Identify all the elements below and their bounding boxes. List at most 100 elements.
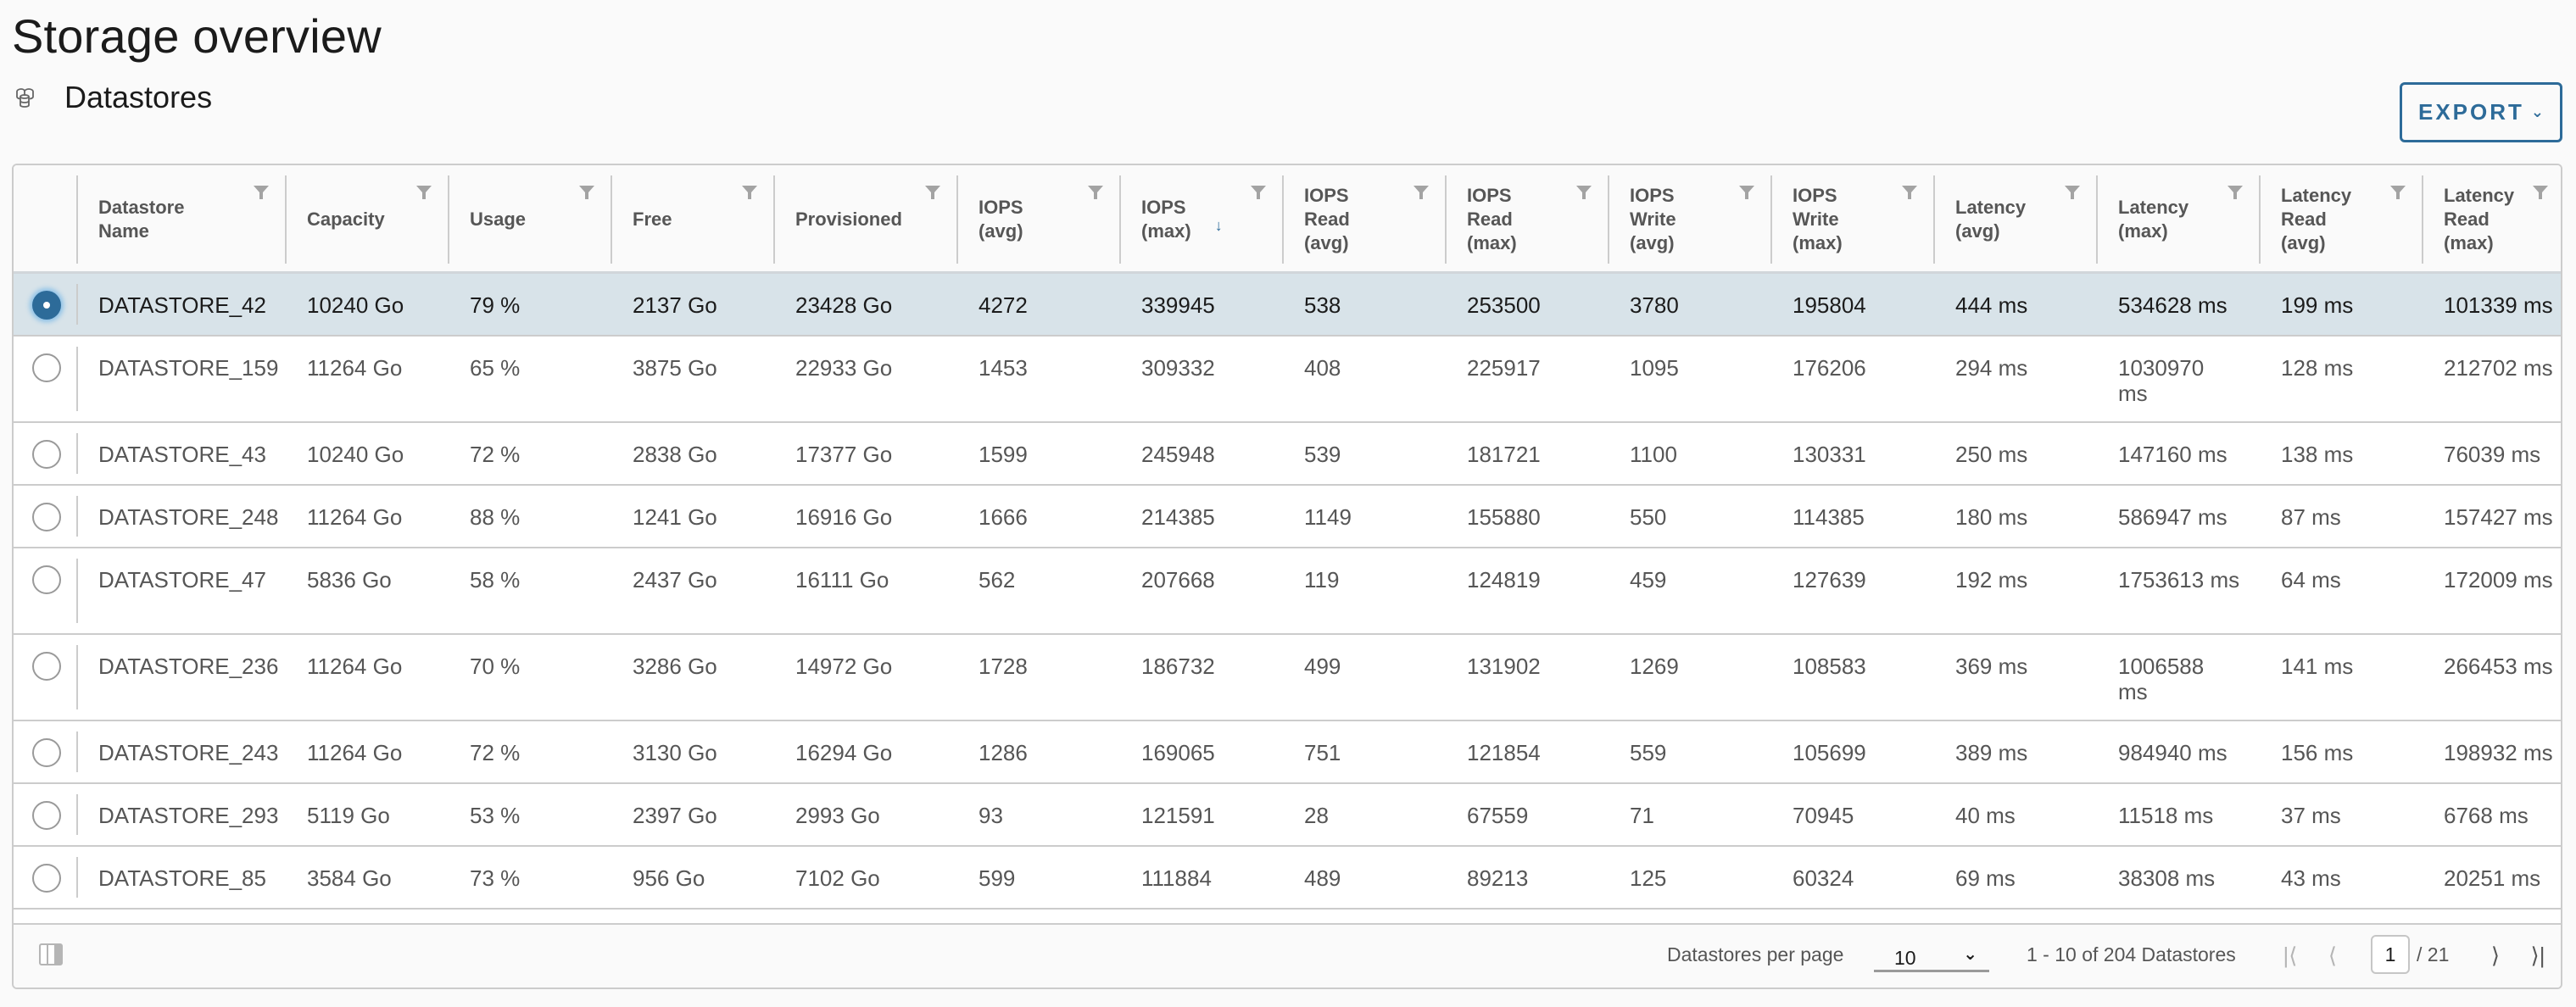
table-row[interactable]: DATASTORE_159 11264 Go 65 % 3875 Go 22933 Go… [14,337,2561,423]
column-header-capacity[interactable]: Capacity [285,175,448,264]
cell-latency-read-avg: 141 ms [2281,654,2354,679]
cell-usage: 70 % [470,654,521,679]
cell-latency-max: 38308 ms [2118,865,2216,891]
row-divider [76,794,78,835]
column-header-iops-write-max[interactable]: IOPS Write (max) [1770,175,1933,264]
column-header-name[interactable]: Datastore Name [76,175,285,264]
column-header-label: Latency (avg) [1955,197,2027,242]
row-select-radio[interactable] [32,353,61,382]
table-row[interactable]: DATASTORE_243 11264 Go 72 % 3130 Go 16294 Go… [14,721,2561,784]
table-row[interactable]: DATASTORE_248 11264 Go 88 % 1241 Go 16916 Go… [14,486,2561,548]
column-header-latency-read-avg[interactable]: Latency Read (avg) [2259,175,2422,264]
cell-latency-read-avg: 87 ms [2281,504,2341,530]
cell-iops-write-max: 130331 [1793,442,1866,467]
filter-icon[interactable] [2227,184,2244,201]
filter-icon[interactable] [1901,184,1918,201]
column-header-label: IOPS Write (avg) [1630,185,1676,253]
column-header-latency-read-max[interactable]: Latency Read (max) [2422,175,2561,264]
cell-latency-max: 586947 ms [2118,504,2228,530]
filter-icon[interactable] [253,184,270,201]
cell-iops-max: 121591 [1141,803,1215,828]
cell-iops-avg: 1453 [979,355,1028,381]
row-select-radio[interactable] [32,738,61,767]
sort-descending-icon[interactable]: ↓ [1215,217,1223,235]
cell-name: DATASTORE_42 [98,292,266,318]
cell-iops-read-max: 225917 [1467,355,1541,381]
column-header-iops-avg[interactable]: IOPS (avg) [956,175,1119,264]
cell-iops-read-avg: 539 [1304,442,1341,467]
cell-iops-max: 169065 [1141,740,1215,765]
table-row[interactable]: DATASTORE_43 10240 Go 72 % 2838 Go 17377 Go 1… [14,423,2561,486]
cell-latency-read-avg: 43 ms [2281,865,2341,891]
cell-iops-avg: 1286 [979,740,1028,765]
cell-provisioned: 23428 Go [795,292,893,318]
column-header-latency-avg[interactable]: Latency (avg) [1933,175,2096,264]
cell-capacity: 11264 Go [307,355,403,381]
filter-icon[interactable] [741,184,758,201]
pagination-range-text: 1 - 10 of 204 Datastores [2027,943,2236,965]
cell-iops-read-max: 253500 [1467,292,1541,318]
filter-icon[interactable] [2389,184,2406,201]
current-page-input[interactable]: 1 [2371,935,2410,974]
row-divider [76,559,78,623]
cell-provisioned: 16916 Go [795,504,893,530]
column-header-usage[interactable]: Usage [448,175,611,264]
filter-icon[interactable] [1250,184,1267,201]
filter-icon[interactable] [415,184,432,201]
filter-icon[interactable] [1738,184,1755,201]
filter-icon[interactable] [1575,184,1592,201]
cell-provisioned: 17377 Go [795,442,893,467]
cell-latency-read-avg: 37 ms [2281,803,2341,828]
column-header-iops-max[interactable]: IOPS (max) ↓ [1119,175,1282,264]
table-row[interactable]: DATASTORE_85 3584 Go 73 % 956 Go 7102 Go 599 1… [14,847,2561,910]
row-select-radio[interactable] [32,565,61,594]
per-page-select[interactable]: 10 ⌄ [1874,937,1989,972]
filter-icon[interactable] [2532,184,2549,201]
cell-iops-read-max: 89213 [1467,865,1529,891]
row-select-radio[interactable] [32,291,61,320]
cell-iops-read-avg: 751 [1304,740,1341,765]
table-row[interactable]: DATASTORE_236 11264 Go 70 % 3286 Go 14972 Go… [14,635,2561,721]
table-row[interactable]: DATASTORE_42 10240 Go 79 % 2137 Go 23428 Go 4… [14,274,2561,337]
export-button-label: EXPORT [2417,99,2524,125]
first-page-icon[interactable]: |⟨ [2278,938,2303,972]
cell-usage: 72 % [470,442,521,467]
cell-free: 2838 Go [633,442,717,467]
table-row[interactable]: DATASTORE_47 5836 Go 58 % 2437 Go 16111 Go 56… [14,548,2561,635]
cell-free: 3286 Go [633,654,717,679]
row-select-radio[interactable] [32,652,61,681]
row-divider [76,433,78,474]
cell-latency-read-max: 212702 ms [2444,355,2553,381]
next-page-icon[interactable]: ⟩ [2483,938,2508,972]
chevron-down-icon: ⌄ [2530,103,2544,120]
row-select-radio[interactable] [32,864,61,893]
column-header-iops-read-max[interactable]: IOPS Read (max) [1445,175,1608,264]
cell-latency-read-avg: 156 ms [2281,740,2354,765]
column-header-provisioned[interactable]: Provisioned [773,175,956,264]
export-button[interactable]: EXPORT ⌄ [2400,82,2562,142]
cell-iops-write-max: 127639 [1793,567,1866,593]
cell-iops-write-avg: 71 [1630,803,1654,828]
filter-icon[interactable] [924,184,941,201]
filter-icon[interactable] [578,184,595,201]
row-select-radio[interactable] [32,440,61,469]
row-select-radio[interactable] [32,503,61,531]
last-page-icon[interactable]: ⟩| [2525,938,2551,972]
column-header-iops-read-avg[interactable]: IOPS Read (avg) [1282,175,1445,264]
column-header-latency-max[interactable]: Latency (max) [2096,175,2259,264]
row-select-radio[interactable] [32,801,61,830]
cell-iops-avg: 1599 [979,442,1028,467]
column-header-free[interactable]: Free [611,175,773,264]
filter-icon[interactable] [1087,184,1104,201]
filter-icon[interactable] [1413,184,1430,201]
cell-usage: 79 % [470,292,521,318]
cell-iops-read-avg: 28 [1304,803,1329,828]
column-header-label: IOPS Read (max) [1467,185,1517,253]
cell-iops-max: 111884 [1141,865,1212,891]
column-header-iops-write-avg[interactable]: IOPS Write (avg) [1608,175,1770,264]
column-toggle-icon[interactable] [39,943,63,965]
row-divider [76,347,78,411]
previous-page-icon[interactable]: ⟨ [2320,938,2345,972]
table-row[interactable]: DATASTORE_293 5119 Go 53 % 2397 Go 2993 Go 93… [14,784,2561,847]
filter-icon[interactable] [2064,184,2081,201]
